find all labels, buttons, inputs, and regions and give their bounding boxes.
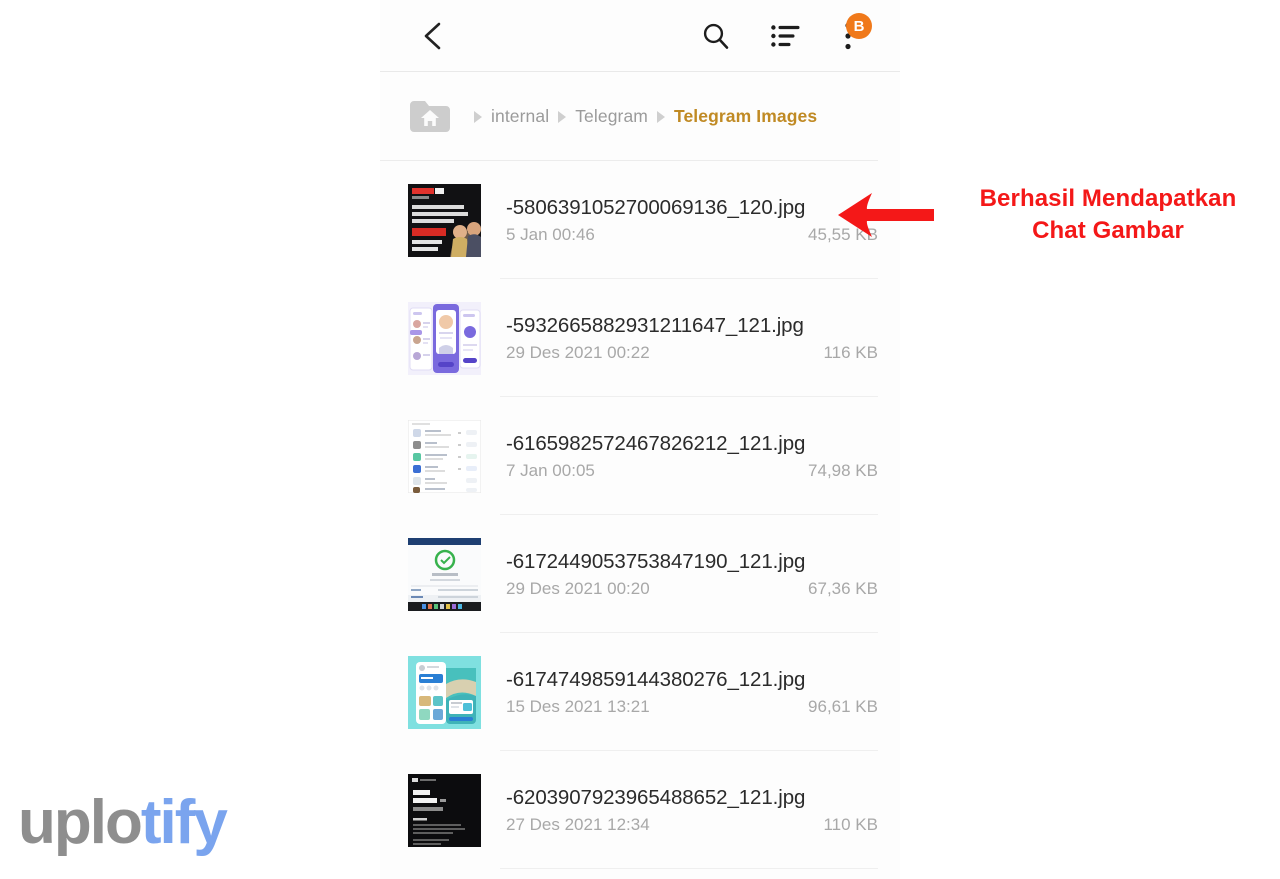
file-thumbnail xyxy=(408,773,481,847)
sort-list-icon xyxy=(771,25,800,47)
file-meta: -6174749859144380276_121.jpg 15 Des 2021… xyxy=(506,667,900,718)
annotation-line-2: Chat Gambar xyxy=(1032,216,1184,244)
file-list: -5806391052700069136_120.jpg 5 Jan 00:46… xyxy=(380,161,900,869)
file-row[interactable]: -5806391052700069136_120.jpg 5 Jan 00:46… xyxy=(380,161,900,279)
breadcrumb-separator-2 xyxy=(558,110,567,123)
file-name: -5932665882931211647_121.jpg xyxy=(506,313,804,337)
travel-app-cyan-thumbnail xyxy=(408,655,481,729)
file-date: 29 Des 2021 00:22 xyxy=(506,343,650,363)
home-folder-glyph xyxy=(410,100,450,132)
file-size: 96,61 KB xyxy=(808,697,878,717)
breadcrumb: internal Telegram Telegram Images xyxy=(380,72,900,161)
file-size: 110 KB xyxy=(823,815,878,835)
file-subtitle: 7 Jan 00:05 74,98 KB xyxy=(506,461,878,481)
search-button[interactable] xyxy=(692,12,740,60)
watermark-logo: uplotify xyxy=(18,792,228,854)
file-row[interactable]: -6165982572467826212_121.jpg 7 Jan 00:05… xyxy=(380,397,900,515)
file-thumbnail xyxy=(408,183,481,257)
file-date: 29 Des 2021 00:20 xyxy=(506,579,650,599)
file-thumbnail xyxy=(408,419,481,493)
home-folder-icon[interactable] xyxy=(407,98,453,136)
file-subtitle: 15 Des 2021 13:21 96,61 KB xyxy=(506,697,878,717)
file-date: 7 Jan 00:05 xyxy=(506,461,595,481)
file-thumbnail xyxy=(408,301,481,375)
breadcrumb-separator-1 xyxy=(474,110,482,123)
status-badge: B xyxy=(846,13,872,39)
file-name: -6172449053753847190_121.jpg xyxy=(506,549,806,573)
hiring-poster-black-thumbnail xyxy=(408,773,481,847)
file-date: 27 Des 2021 12:34 xyxy=(506,815,650,835)
file-subtitle: 29 Des 2021 00:20 67,36 KB xyxy=(506,579,878,599)
file-name: -5806391052700069136_120.jpg xyxy=(506,195,806,219)
back-arrow-icon xyxy=(424,22,441,50)
breadcrumb-separator-3 xyxy=(656,110,665,123)
ui-mockup-purple-thumbnail xyxy=(408,301,481,375)
file-manager-app: B internal Telegram Telegram Images -580… xyxy=(380,0,900,879)
file-size: 67,36 KB xyxy=(808,579,878,599)
row-divider xyxy=(500,868,878,869)
file-meta: -6203907923965488652_121.jpg 27 Des 2021… xyxy=(506,785,900,836)
back-button[interactable] xyxy=(410,12,458,60)
file-row[interactable]: -6174749859144380276_121.jpg 15 Des 2021… xyxy=(380,633,900,751)
file-meta: -6172449053753847190_121.jpg 29 Des 2021… xyxy=(506,549,900,600)
file-subtitle: 5 Jan 00:46 45,55 KB xyxy=(506,225,878,245)
annotation-line-1: Berhasil Mendapatkan xyxy=(979,185,1237,212)
overflow-menu-button[interactable]: B xyxy=(824,12,872,60)
file-row[interactable]: -6172449053753847190_121.jpg 29 Des 2021… xyxy=(380,515,900,633)
file-thumbnail xyxy=(408,537,481,611)
file-subtitle: 27 Des 2021 12:34 110 KB xyxy=(506,815,878,835)
annotation-text: Berhasil Mendapatkan Chat Gambar xyxy=(943,183,1273,247)
file-date: 15 Des 2021 13:21 xyxy=(506,697,650,717)
file-size: 116 KB xyxy=(823,343,878,363)
file-name: -6165982572467826212_121.jpg xyxy=(506,431,806,455)
search-icon xyxy=(703,23,729,49)
watermark-part-2: tify xyxy=(140,788,228,857)
watermark-part-1: uplo xyxy=(18,788,143,857)
file-size: 45,55 KB xyxy=(808,225,878,245)
top-toolbar: B xyxy=(380,0,900,72)
file-name: -6174749859144380276_121.jpg xyxy=(506,667,806,691)
file-size: 74,98 KB xyxy=(808,461,878,481)
list-screenshot-white-thumbnail xyxy=(408,419,481,493)
poster-dark-red-thumbnail xyxy=(408,183,481,257)
file-date: 5 Jan 00:46 xyxy=(506,225,595,245)
monitor-photo-green-thumbnail xyxy=(408,537,481,611)
file-row[interactable]: -5932665882931211647_121.jpg 29 Des 2021… xyxy=(380,279,900,397)
file-thumbnail xyxy=(408,655,481,729)
sort-button[interactable] xyxy=(762,12,810,60)
breadcrumb-item-internal[interactable]: internal xyxy=(491,106,549,127)
file-name: -6203907923965488652_121.jpg xyxy=(506,785,806,809)
breadcrumb-item-telegram-images[interactable]: Telegram Images xyxy=(674,106,817,127)
file-meta: -5806391052700069136_120.jpg 5 Jan 00:46… xyxy=(506,195,900,246)
breadcrumb-item-telegram[interactable]: Telegram xyxy=(575,106,648,127)
file-subtitle: 29 Des 2021 00:22 116 KB xyxy=(506,343,878,363)
file-meta: -5932665882931211647_121.jpg 29 Des 2021… xyxy=(506,313,900,364)
file-meta: -6165982572467826212_121.jpg 7 Jan 00:05… xyxy=(506,431,900,482)
file-row[interactable]: -6203907923965488652_121.jpg 27 Des 2021… xyxy=(380,751,900,869)
